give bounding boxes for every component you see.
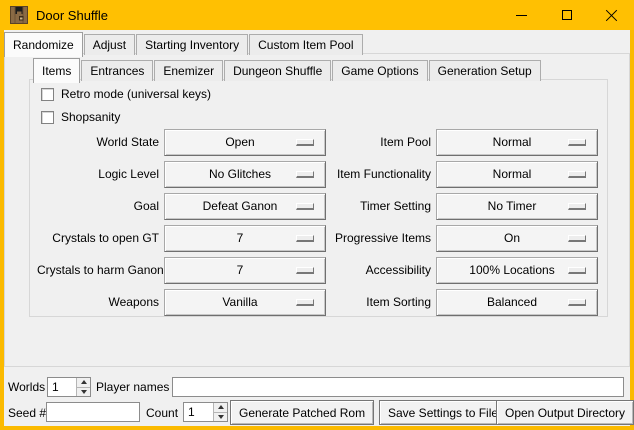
worlds-spin-down[interactable] xyxy=(77,387,90,397)
progressive-items-dropdown[interactable]: On xyxy=(436,225,598,252)
subtab-items[interactable]: Items xyxy=(33,58,80,83)
timer-setting-label: Timer Setting xyxy=(331,193,431,220)
item-sorting-label: Item Sorting xyxy=(331,289,431,316)
close-icon xyxy=(605,9,618,22)
world-state-dropdown[interactable]: Open xyxy=(164,129,326,156)
checkbox-label: Shopsanity xyxy=(61,110,120,124)
world-state-label: World State xyxy=(37,129,159,156)
dropdown-indicator-icon xyxy=(296,299,314,306)
count-spin-arrows xyxy=(213,403,227,421)
window-title: Door Shuffle xyxy=(36,8,108,23)
dropdown-indicator-icon xyxy=(568,203,586,210)
dropdown-indicator-icon xyxy=(296,203,314,210)
maximize-button[interactable] xyxy=(544,0,589,30)
arrow-down-icon xyxy=(81,390,87,394)
subtab-entrances[interactable]: Entrances xyxy=(81,60,153,81)
dropdown-indicator-icon xyxy=(568,267,586,274)
progressive-items-label: Progressive Items xyxy=(331,225,431,252)
tab-starting-inventory[interactable]: Starting Inventory xyxy=(136,34,248,55)
dropdown-indicator-icon xyxy=(296,139,314,146)
count-label: Count xyxy=(146,406,178,420)
count-spin-up[interactable] xyxy=(214,403,227,412)
seed-input[interactable] xyxy=(46,402,140,422)
minimize-button[interactable] xyxy=(499,0,544,30)
checkbox-row-shopsanity: Shopsanity xyxy=(41,109,120,125)
item-pool-dropdown[interactable]: Normal xyxy=(436,129,598,156)
generate-patched-rom-button[interactable]: Generate Patched Rom xyxy=(230,400,374,425)
dropdown-indicator-icon xyxy=(296,267,314,274)
dropdown-indicator-icon xyxy=(296,235,314,242)
weapons-label: Weapons xyxy=(37,289,159,316)
crystals-to-open-gt-label: Crystals to open GT xyxy=(37,225,159,252)
crystals-to-harm-ganon-dropdown[interactable]: 7 xyxy=(164,257,326,284)
item-functionality-label: Item Functionality xyxy=(331,161,431,188)
save-settings-button[interactable]: Save Settings to File xyxy=(379,400,507,425)
item-pool-label: Item Pool xyxy=(331,129,431,156)
checkbox-label: Retro mode (universal keys) xyxy=(61,87,211,101)
accessibility-label: Accessibility xyxy=(331,257,431,284)
checkbox-row-retro-mode-universal-keys: Retro mode (universal keys) xyxy=(41,86,211,102)
seed-label: Seed # xyxy=(8,406,46,420)
app-window: Door Shuffle Retro mode (universal keys)… xyxy=(0,0,634,430)
arrow-down-icon xyxy=(218,415,224,419)
item-functionality-dropdown[interactable]: Normal xyxy=(436,161,598,188)
crystals-to-open-gt-dropdown[interactable]: 7 xyxy=(164,225,326,252)
dropdown-indicator-icon xyxy=(568,139,586,146)
tab-custom-item-pool[interactable]: Custom Item Pool xyxy=(249,34,362,55)
checkbox-shopsanity[interactable] xyxy=(41,111,54,124)
arrow-up-icon xyxy=(81,380,87,384)
minimize-icon xyxy=(516,15,527,16)
sub-tab-bar: ItemsEntrancesEnemizerDungeon ShuffleGam… xyxy=(33,56,542,81)
item-sorting-dropdown[interactable]: Balanced xyxy=(436,289,598,316)
logic-level-label: Logic Level xyxy=(37,161,159,188)
maximize-icon xyxy=(562,10,572,20)
tab-randomize[interactable]: Randomize xyxy=(4,32,83,57)
count-value: 1 xyxy=(184,403,213,421)
count-spin-down[interactable] xyxy=(214,412,227,422)
main-tab-bar: RandomizeAdjustStarting InventoryCustom … xyxy=(4,30,364,55)
logic-level-dropdown[interactable]: No Glitches xyxy=(164,161,326,188)
subtab-enemizer[interactable]: Enemizer xyxy=(154,60,223,81)
titlebar[interactable]: Door Shuffle xyxy=(0,0,634,30)
player-names-label: Player names xyxy=(96,380,169,394)
worlds-spinbox[interactable]: 1 xyxy=(47,377,91,397)
goal-dropdown[interactable]: Defeat Ganon xyxy=(164,193,326,220)
settings-column-right: Item PoolNormalItem FunctionalityNormalT… xyxy=(331,129,598,316)
worlds-spin-arrows xyxy=(76,378,90,396)
count-spinbox[interactable]: 1 xyxy=(183,402,228,422)
worlds-label: Worlds xyxy=(8,380,45,394)
weapons-dropdown[interactable]: Vanilla xyxy=(164,289,326,316)
dropdown-indicator-icon xyxy=(568,299,586,306)
close-button[interactable] xyxy=(589,0,634,30)
window-border-right xyxy=(630,30,634,426)
subtab-generation-setup[interactable]: Generation Setup xyxy=(429,60,541,81)
dropdown-indicator-icon xyxy=(568,235,586,242)
settings-column-left: World StateOpenLogic LevelNo GlitchesGoa… xyxy=(37,129,326,316)
checkbox-retro-mode-universal-keys[interactable] xyxy=(41,88,54,101)
worlds-value: 1 xyxy=(48,378,76,396)
crystals-to-harm-ganon-label: Crystals to harm Ganon xyxy=(37,257,159,284)
tab-adjust[interactable]: Adjust xyxy=(84,34,135,55)
subtab-game-options[interactable]: Game Options xyxy=(332,60,427,81)
player-names-input[interactable] xyxy=(172,377,624,397)
worlds-spin-up[interactable] xyxy=(77,378,90,387)
accessibility-dropdown[interactable]: 100% Locations xyxy=(436,257,598,284)
open-output-directory-button[interactable]: Open Output Directory xyxy=(496,400,634,425)
arrow-up-icon xyxy=(218,405,224,409)
window-controls xyxy=(499,0,634,30)
goal-label: Goal xyxy=(37,193,159,220)
app-icon xyxy=(10,6,28,24)
items-pane: Retro mode (universal keys) Shopsanity Wo… xyxy=(29,79,608,317)
dropdown-indicator-icon xyxy=(568,171,586,178)
window-border-bottom xyxy=(0,426,634,430)
subtab-dungeon-shuffle[interactable]: Dungeon Shuffle xyxy=(224,60,331,81)
dropdown-indicator-icon xyxy=(296,171,314,178)
timer-setting-dropdown[interactable]: No Timer xyxy=(436,193,598,220)
